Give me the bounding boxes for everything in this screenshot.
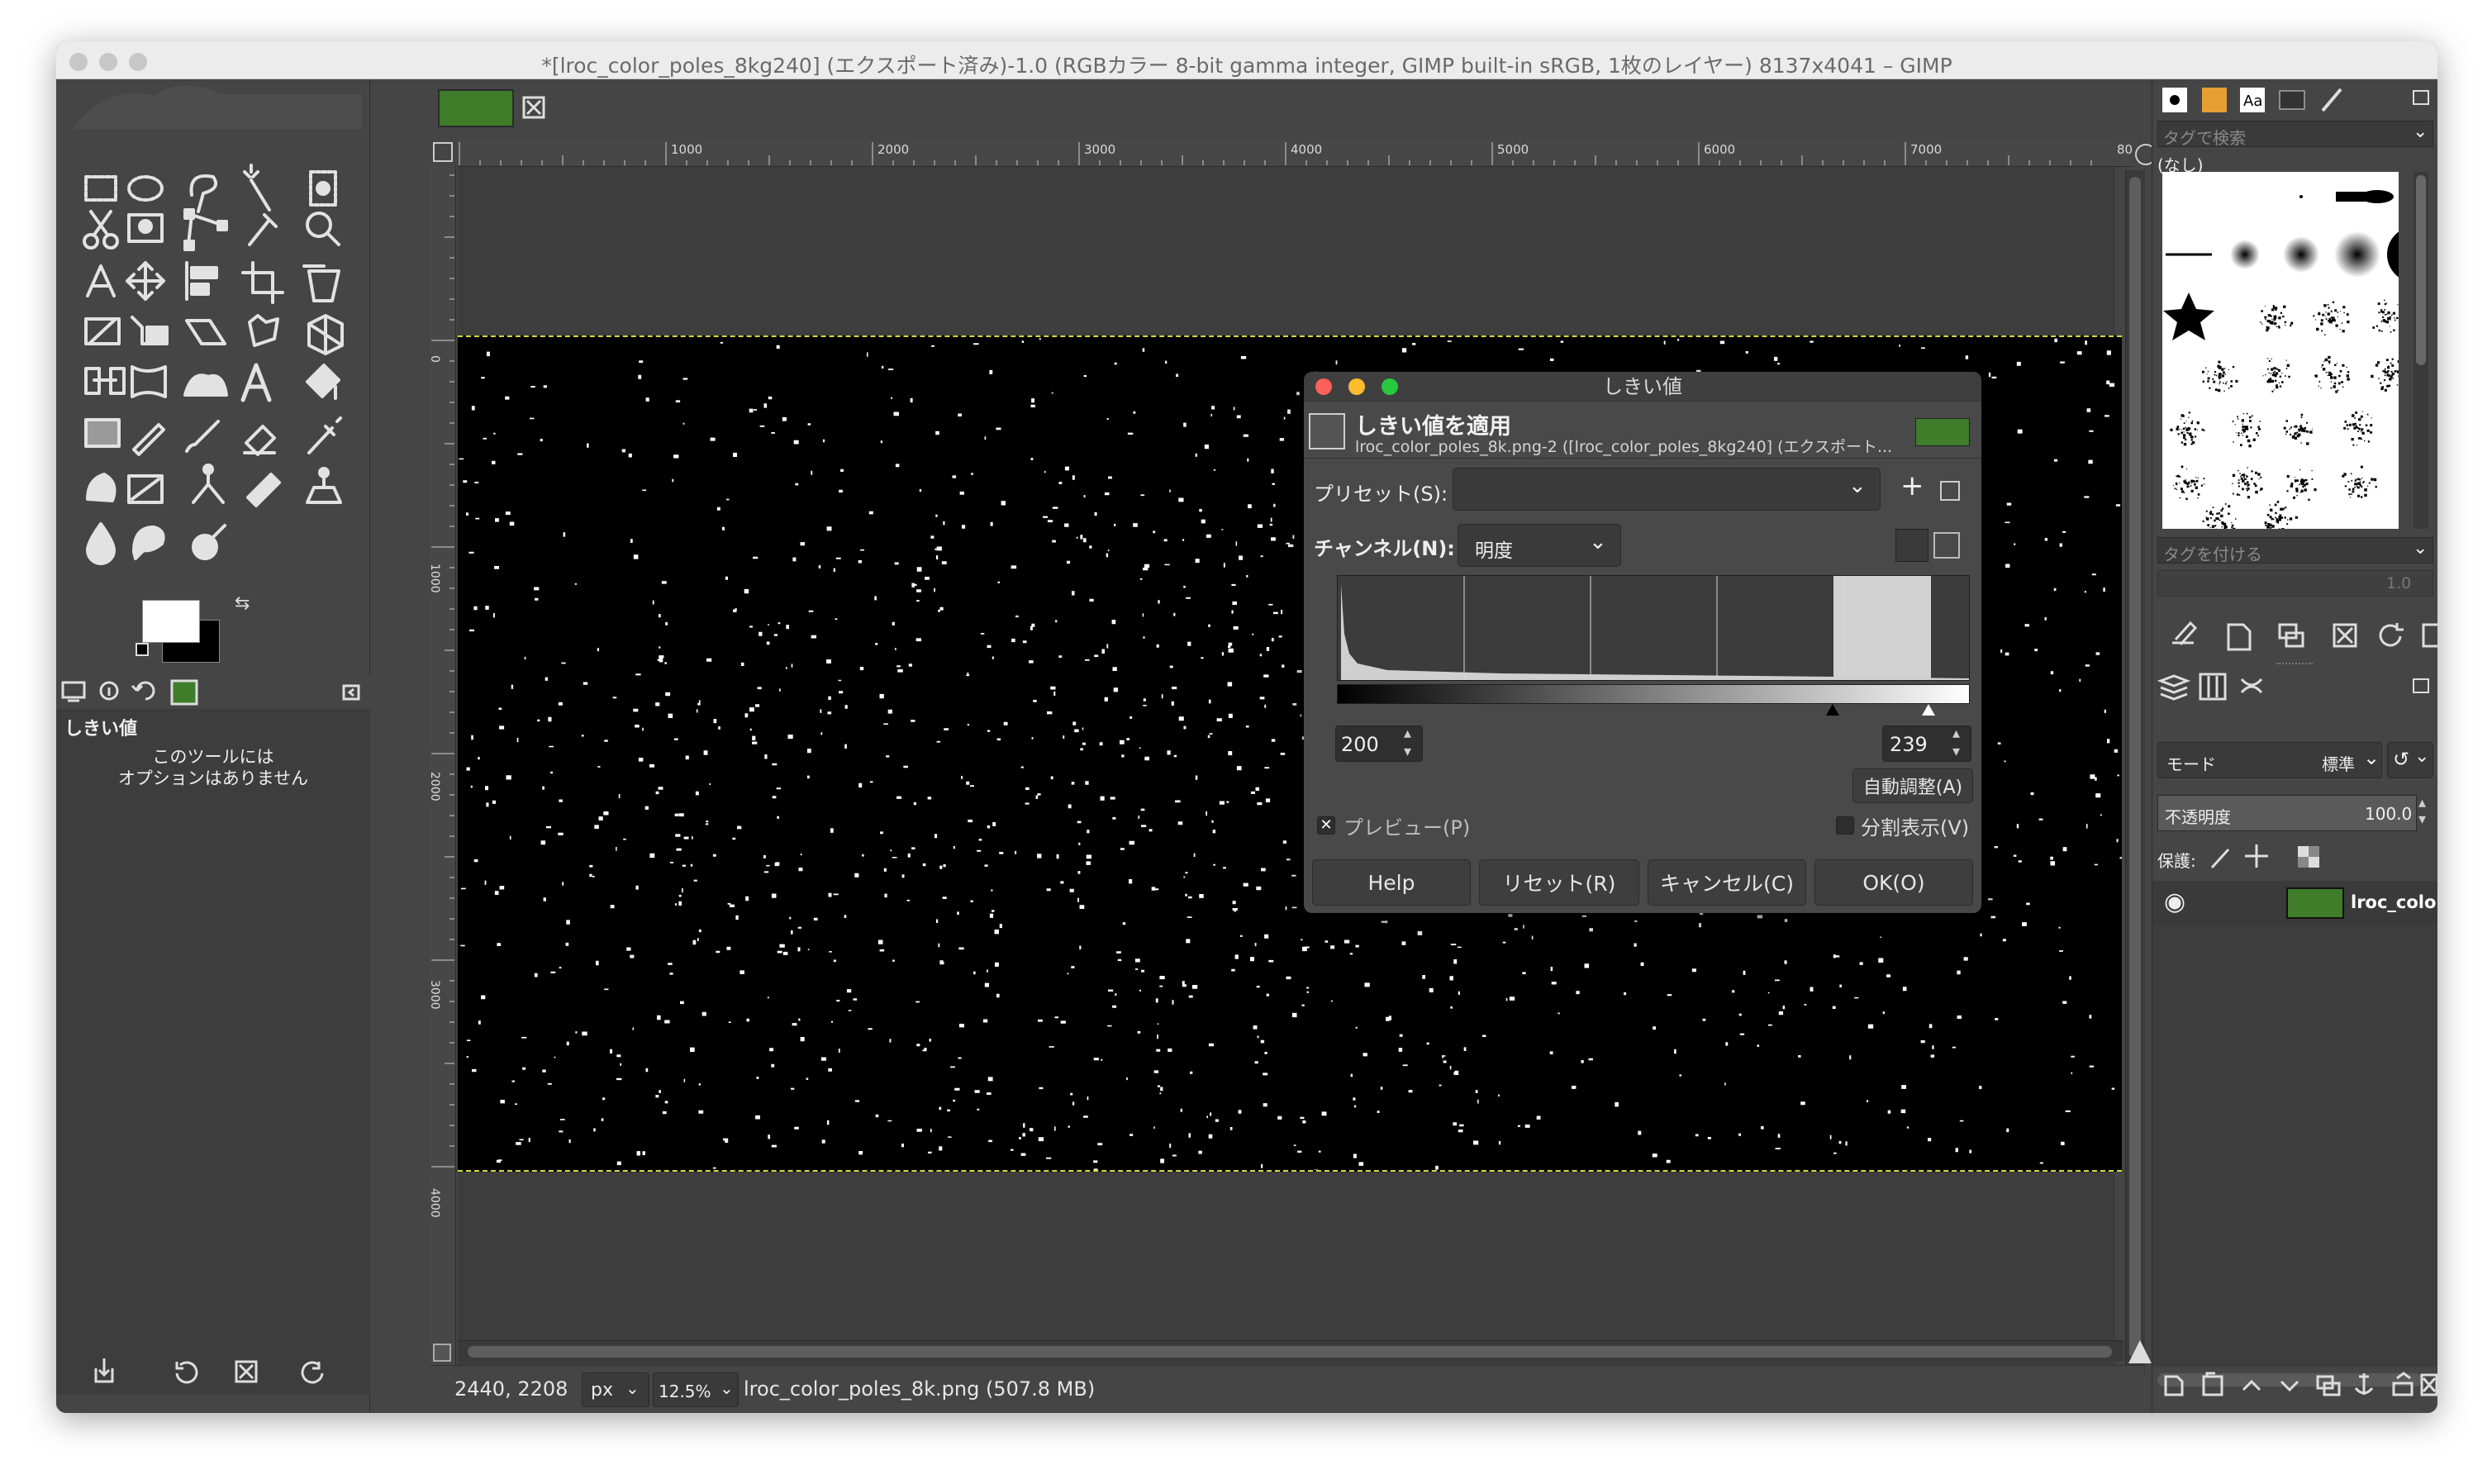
window-title: *[lroc_color_poles_8kg240] (エクスポート済み)-1.… bbox=[541, 54, 1952, 78]
unit-selector[interactable]: px ⌄ bbox=[582, 1372, 649, 1407]
gimp-window: *[lroc_color_poles_8kg240] (エクスポート済み)-1.… bbox=[56, 41, 2437, 1413]
linear-histogram-icon[interactable] bbox=[1895, 529, 1928, 562]
pointer-coordinates: 2440, 2208 bbox=[454, 1377, 568, 1401]
split-view-label: 分割表示(V) bbox=[1861, 816, 1970, 840]
high-threshold-spinbox[interactable]: 239 ▴ ▾ bbox=[1882, 725, 1971, 762]
split-view-checkbox[interactable] bbox=[1836, 816, 1854, 835]
save-tool-preset-icon[interactable] bbox=[94, 1358, 114, 1383]
lower-layer-icon[interactable] bbox=[2280, 1380, 2299, 1392]
vertical-scroll-thumb[interactable] bbox=[2129, 177, 2141, 1358]
ok-button-label: OK(O) bbox=[1862, 870, 1925, 895]
image-tab-thumbnail[interactable] bbox=[438, 89, 514, 127]
duplicate-layer-icon[interactable] bbox=[2316, 1375, 2341, 1396]
layers-actions-bar bbox=[2164, 1372, 2437, 1396]
chevron-down-icon: ⌄ bbox=[1848, 473, 1867, 498]
preset-label: プリセット(S): bbox=[1314, 483, 1448, 506]
dialog-image-thumbnail bbox=[1915, 418, 1970, 446]
high-threshold-handle[interactable] bbox=[1922, 704, 1935, 716]
preview-label: プレビュー(P) bbox=[1343, 816, 1471, 840]
delete-tool-preset-icon[interactable] bbox=[235, 1360, 258, 1383]
navigate-icon[interactable] bbox=[2128, 1340, 2152, 1363]
low-threshold-handle[interactable] bbox=[1826, 704, 1839, 716]
add-preset-icon[interactable]: + bbox=[1900, 469, 1924, 502]
reset-button-label: リセット(R) bbox=[1502, 872, 1616, 896]
channel-value: 明度 bbox=[1475, 540, 1513, 562]
histogram-gradient-bar bbox=[1337, 684, 1970, 704]
low-threshold-value: 200 bbox=[1341, 733, 1379, 756]
new-layer-group-icon[interactable] bbox=[2202, 1372, 2223, 1396]
toolbox-panel: ⇆ しきい値 このツールには オプションはありません bbox=[56, 79, 370, 1413]
right-dock-panel: Aa タグで検索 ⌄ (なし) タグを付ける ⌄ 1.0 モード 標準 ⌄ ↺ … bbox=[2152, 79, 2437, 1413]
vertical-scrollbar[interactable] bbox=[2125, 170, 2145, 1373]
auto-adjust-button[interactable]: 自動調整(A) bbox=[1852, 768, 1973, 803]
file-info: lroc_color_poles_8k.png (507.8 MB) bbox=[744, 1377, 1096, 1401]
spin-arrows-icon[interactable]: ▴ ▾ bbox=[1952, 725, 1960, 761]
cancel-button[interactable]: キャンセル(C) bbox=[1648, 859, 1806, 906]
quick-mask-toggle[interactable] bbox=[433, 1344, 451, 1362]
threshold-subheading: lroc_color_poles_8k.png-2 ([lroc_color_p… bbox=[1355, 438, 1893, 456]
threshold-header-icon bbox=[1309, 413, 1345, 449]
ruler-corner-menu-icon[interactable] bbox=[433, 142, 453, 162]
dialog-minimize-button[interactable] bbox=[1348, 378, 1365, 395]
cancel-button-label: キャンセル(C) bbox=[1660, 872, 1794, 896]
threshold-dialog: しきい値 しきい値を適用 lroc_color_poles_8k.png-2 (… bbox=[1304, 372, 1981, 913]
reset-button[interactable]: リセット(R) bbox=[1479, 859, 1639, 906]
reset-tool-options-icon[interactable] bbox=[301, 1361, 324, 1384]
dialog-zoom-button[interactable] bbox=[1382, 378, 1398, 395]
merge-layer-icon[interactable] bbox=[2392, 1372, 2414, 1396]
restore-tool-preset-icon[interactable] bbox=[175, 1361, 198, 1384]
raise-layer-icon[interactable] bbox=[2242, 1379, 2261, 1391]
preview-checkbox[interactable]: ✕ bbox=[1317, 816, 1335, 835]
unit-value: px bbox=[591, 1380, 613, 1401]
chevron-down-icon: ⌄ bbox=[720, 1378, 734, 1398]
high-threshold-value: 239 bbox=[1890, 733, 1928, 756]
chevron-down-icon: ⌄ bbox=[1589, 530, 1607, 554]
channel-dropdown[interactable]: 明度 ⌄ bbox=[1458, 524, 1621, 567]
image-tab-bar bbox=[370, 79, 2155, 140]
dialog-close-button[interactable] bbox=[1315, 378, 1332, 395]
spin-arrows-icon[interactable]: ▴ ▾ bbox=[1404, 725, 1411, 761]
log-histogram-icon[interactable] bbox=[1933, 532, 1960, 559]
preset-dropdown[interactable]: ⌄ bbox=[1453, 468, 1881, 511]
threshold-dialog-titlebar: しきい値 bbox=[1304, 372, 1981, 402]
delete-layer-icon[interactable] bbox=[2420, 1373, 2437, 1396]
vertical-ruler bbox=[430, 165, 456, 1391]
histogram-curve bbox=[1341, 576, 1969, 680]
channel-label: チャンネル(N): bbox=[1314, 537, 1455, 560]
chevron-down-icon: ⌄ bbox=[625, 1378, 640, 1398]
help-button-label: Help bbox=[1367, 870, 1415, 895]
tool-options-bottom-bar bbox=[94, 1358, 324, 1384]
preset-menu-icon[interactable] bbox=[1940, 481, 1960, 501]
anchor-layer-icon[interactable] bbox=[2354, 1373, 2374, 1395]
zoom-value: 12.5% bbox=[659, 1382, 711, 1401]
histogram[interactable] bbox=[1337, 575, 1970, 681]
help-button[interactable]: Help bbox=[1312, 859, 1471, 906]
header-divider bbox=[1304, 458, 1981, 459]
threshold-dialog-title: しきい値 bbox=[1603, 375, 1682, 398]
horizontal-scrollbar[interactable] bbox=[458, 1340, 2123, 1362]
status-bar: 2440, 2208 px ⌄ 12.5% ⌄ lroc_color_poles… bbox=[430, 1365, 2144, 1413]
low-threshold-spinbox[interactable]: 200 ▴ ▾ bbox=[1335, 725, 1423, 762]
new-layer-icon[interactable] bbox=[2164, 1375, 2184, 1396]
title-bar: *[lroc_color_poles_8kg240] (エクスポート済み)-1.… bbox=[56, 41, 2437, 79]
auto-adjust-label: 自動調整(A) bbox=[1862, 778, 1963, 798]
ok-button[interactable]: OK(O) bbox=[1814, 859, 1973, 906]
horizontal-ruler bbox=[458, 140, 2133, 167]
horizontal-scroll-thumb[interactable] bbox=[468, 1346, 2112, 1358]
zoom-selector[interactable]: 12.5% ⌄ bbox=[653, 1372, 739, 1407]
